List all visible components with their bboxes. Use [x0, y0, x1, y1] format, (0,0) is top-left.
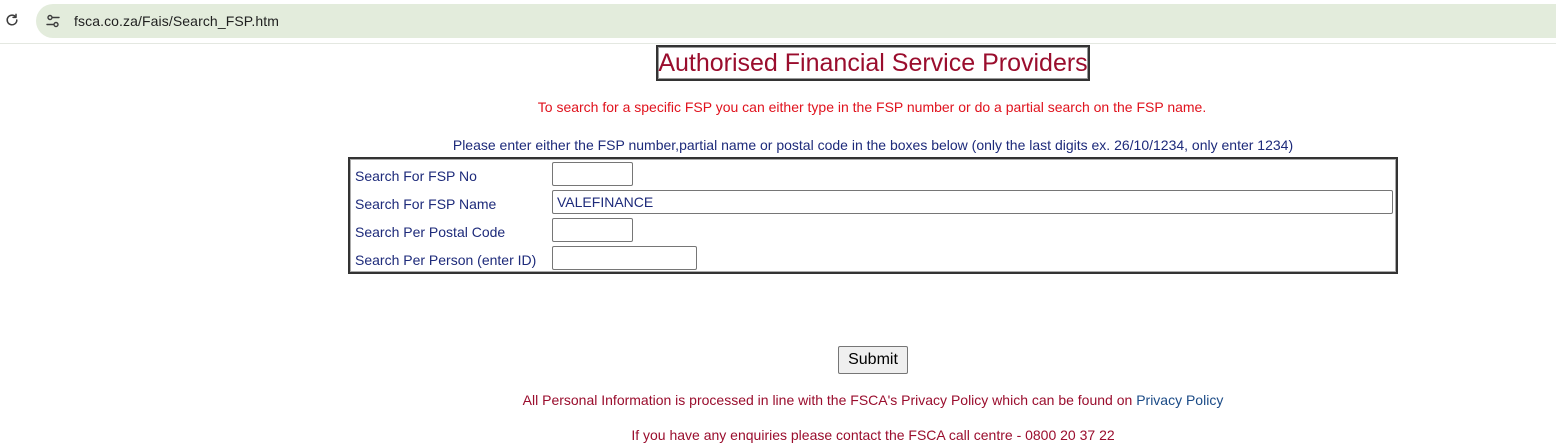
- reload-icon: [6, 13, 18, 26]
- submit-button[interactable]: Submit: [838, 346, 908, 374]
- browser-toolbar: fsca.co.za/Fais/Search_FSP.htm: [0, 0, 1556, 44]
- fsp-no-input[interactable]: [552, 162, 633, 186]
- fsp-no-label: Search For FSP No: [355, 168, 477, 184]
- privacy-text: All Personal Information is processed in…: [522, 392, 1137, 408]
- fsp-name-label: Search For FSP Name: [355, 196, 497, 212]
- enquiries-text: If you have any enquiries please contact…: [631, 427, 1115, 443]
- postal-code-input[interactable]: [552, 218, 633, 242]
- page-title-box: Authorised Financial Service Providers: [656, 45, 1090, 81]
- person-id-label: Search Per Person (enter ID): [355, 252, 537, 268]
- address-bar[interactable]: fsca.co.za/Fais/Search_FSP.htm: [36, 4, 1556, 38]
- person-id-input[interactable]: [552, 246, 697, 270]
- instructions-text: Please enter either the FSP number,parti…: [452, 137, 1294, 153]
- postal-code-label: Search Per Postal Code: [355, 224, 506, 240]
- tune-icon: [46, 14, 60, 28]
- reload-button[interactable]: [3, 11, 21, 29]
- page-title: Authorised Financial Service Providers: [658, 48, 1088, 77]
- site-info-button[interactable]: [44, 12, 62, 30]
- privacy-policy-link[interactable]: Privacy Policy: [1136, 392, 1223, 408]
- privacy-notice: All Personal Information is processed in…: [0, 392, 1556, 408]
- url-text[interactable]: fsca.co.za/Fais/Search_FSP.htm: [74, 13, 279, 29]
- search-form: Search For FSP No Search For FSP Name Se…: [348, 157, 1398, 274]
- intro-text: To search for a specific FSP you can eit…: [537, 99, 1207, 115]
- fsp-name-input[interactable]: [552, 190, 1393, 214]
